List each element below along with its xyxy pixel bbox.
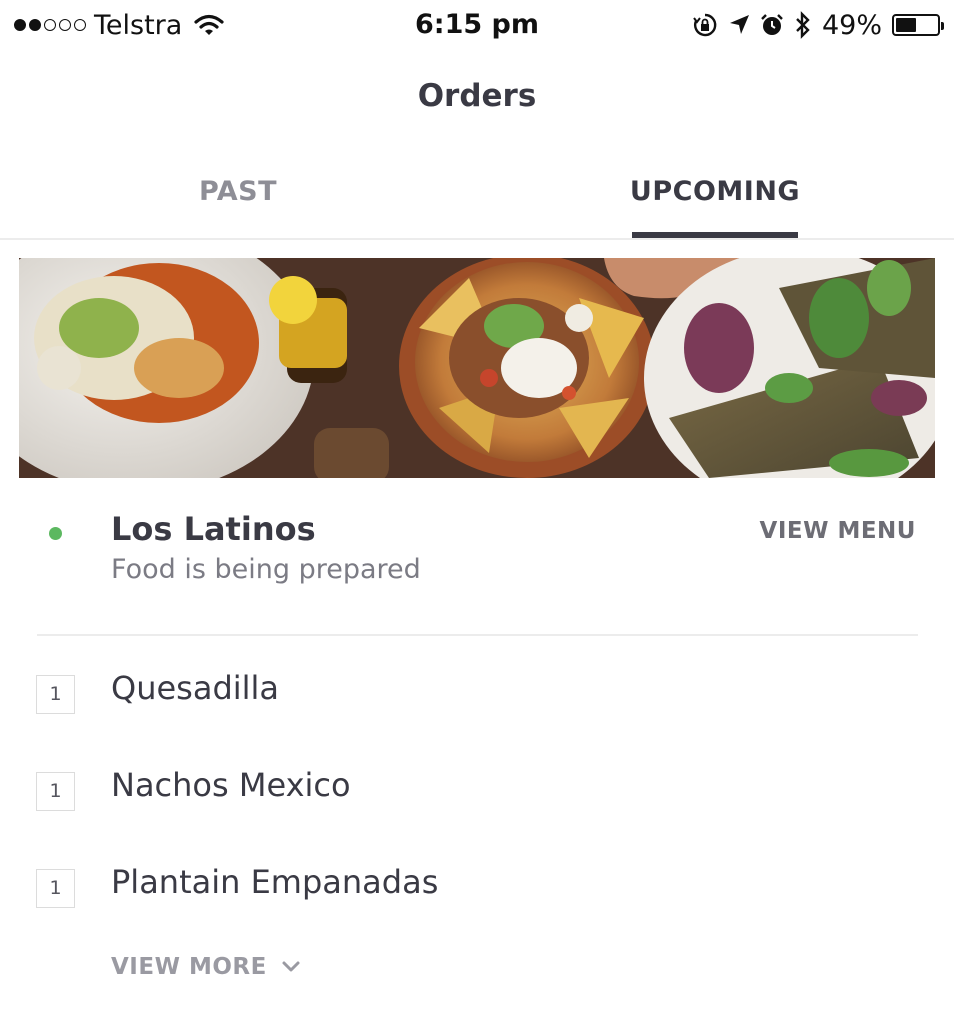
order-status-indicator — [49, 527, 62, 540]
food-photo — [19, 258, 935, 478]
rotation-lock-icon — [693, 13, 717, 37]
restaurant-hero-image — [19, 258, 935, 478]
active-tab-indicator — [632, 232, 798, 238]
order-item: 1 Quesadilla — [0, 669, 954, 733]
battery-percent: 49% — [821, 9, 882, 41]
bluetooth-icon — [796, 11, 810, 39]
divider — [37, 634, 918, 636]
page-title: Orders — [417, 78, 537, 114]
status-bar: Telstra 6:15 pm 49% — [0, 0, 954, 50]
tab-upcoming[interactable]: UPCOMING — [476, 176, 954, 207]
item-quantity: 1 — [36, 772, 75, 811]
item-quantity: 1 — [36, 675, 75, 714]
location-arrow-icon — [729, 15, 749, 34]
status-bar-right: 49% — [692, 8, 944, 42]
item-name: Quesadilla — [111, 669, 280, 707]
view-more-label: VIEW MORE — [111, 954, 267, 980]
orders-tabs: PAST UPCOMING — [0, 158, 954, 240]
alarm-clock-icon — [761, 14, 783, 35]
battery-icon — [892, 14, 944, 36]
view-menu-button[interactable]: VIEW MENU — [760, 518, 916, 544]
tab-past[interactable]: PAST — [0, 176, 476, 207]
item-quantity: 1 — [36, 869, 75, 908]
view-more-button[interactable]: VIEW MORE — [111, 954, 301, 980]
item-name: Nachos Mexico — [111, 766, 351, 804]
item-name: Plantain Empanadas — [111, 863, 439, 901]
order-status-text: Food is being prepared — [111, 554, 421, 585]
chevron-down-icon — [282, 961, 300, 972]
order-item: 1 Plantain Empanadas — [0, 863, 954, 927]
order-item: 1 Nachos Mexico — [0, 766, 954, 830]
restaurant-name[interactable]: Los Latinos — [111, 510, 316, 548]
